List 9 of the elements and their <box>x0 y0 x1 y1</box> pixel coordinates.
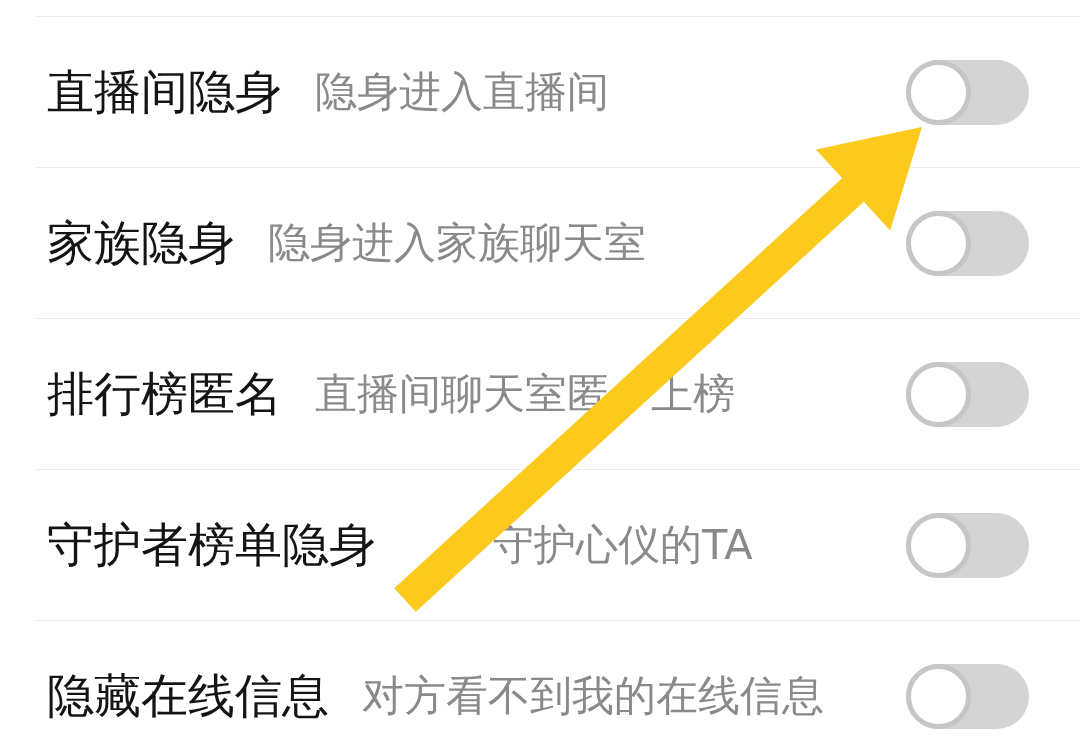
setting-description: 隐身进入直播间 <box>315 67 609 117</box>
setting-title: 守护者榜单隐身 <box>47 516 376 574</box>
setting-title: 直播间隐身 <box>47 63 282 121</box>
setting-description: 对方看不到我的在线信息 <box>362 671 824 721</box>
setting-title: 隐藏在线信息 <box>47 667 329 725</box>
setting-title: 家族隐身 <box>47 214 235 272</box>
setting-description: 上榜 <box>650 369 735 419</box>
setting-title: 排行榜匿名 <box>47 365 282 423</box>
setting-description: 隐身进入家族聊天室 <box>268 218 646 268</box>
